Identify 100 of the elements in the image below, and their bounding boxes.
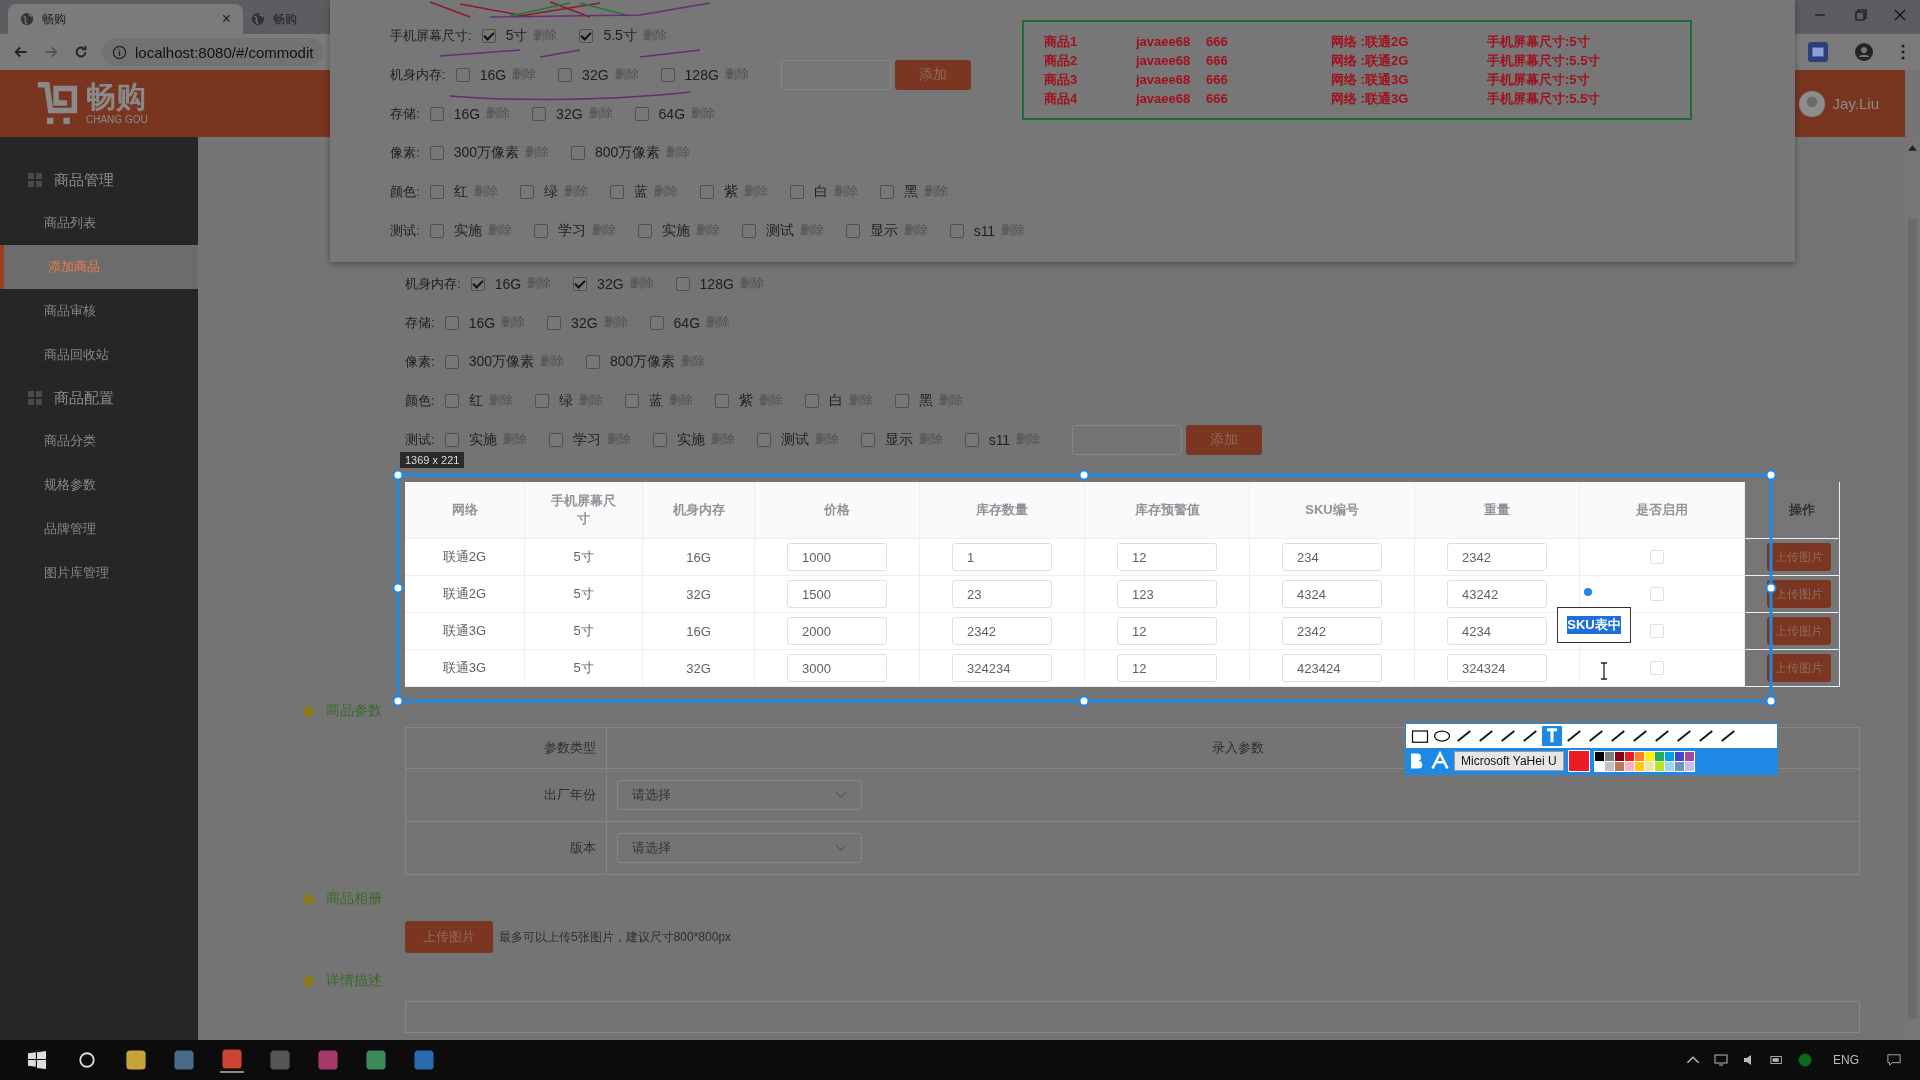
input-field[interactable]: 1500 xyxy=(787,580,887,608)
browser-tab[interactable]: 畅购 xyxy=(243,4,323,34)
table-cell: 联通2G xyxy=(405,576,525,612)
option-label: 红 xyxy=(468,391,483,410)
input-field[interactable]: 423424 xyxy=(1282,654,1382,682)
option-label: 128G xyxy=(699,275,734,292)
option-label: 蓝 xyxy=(633,182,648,201)
input-field[interactable]: 4324 xyxy=(1282,580,1382,608)
product-screen: 手机屏幕尺寸:5.5寸 xyxy=(1487,89,1601,108)
browser-tab[interactable]: 畅购 × xyxy=(8,4,243,34)
option-label: 显示 xyxy=(884,430,913,449)
spec-label: 机身内存: xyxy=(390,65,446,84)
product-network: 网络 :联通3G xyxy=(1331,89,1410,108)
add-button[interactable]: 添加 xyxy=(1186,424,1263,455)
input-field[interactable]: 2000 xyxy=(787,617,887,645)
option-label: 5寸 xyxy=(505,26,528,45)
sidebar-item[interactable]: 商品分类 xyxy=(0,419,198,463)
spec-label: 像素: xyxy=(405,352,435,371)
column-header: 库存预警值 xyxy=(1085,482,1250,538)
select-field[interactable]: 请选择 xyxy=(617,833,862,863)
language-indicator[interactable]: ENG xyxy=(1833,1053,1859,1067)
product-network: 网络 :联通2G xyxy=(1331,51,1410,70)
table-cell: 32G xyxy=(643,650,755,686)
sidebar-item[interactable]: 商品审核 xyxy=(0,289,198,333)
input-field[interactable]: 1000 xyxy=(787,543,887,571)
input-field[interactable]: 2342 xyxy=(1282,617,1382,645)
spec-label: 手机屏幕尺寸: xyxy=(390,26,472,45)
input-field[interactable]: 2342 xyxy=(1447,543,1547,571)
input-field[interactable]: 12 xyxy=(1117,617,1217,645)
table-cell: 联通3G xyxy=(405,650,525,686)
sidebar-item[interactable]: 商品列表 xyxy=(0,201,198,245)
section-title: 详情描述 xyxy=(326,972,382,990)
input-field[interactable]: 12 xyxy=(1117,543,1217,571)
input-field[interactable]: 2342 xyxy=(952,617,1052,645)
product-count: 666 xyxy=(1206,34,1229,49)
column-header: 参数类型 xyxy=(406,728,607,768)
input-field[interactable]: 324324 xyxy=(1447,654,1547,682)
input-field[interactable]: 123 xyxy=(1117,580,1217,608)
add-button[interactable]: 添加 xyxy=(894,59,971,90)
param-label: 出厂年份 xyxy=(406,769,607,821)
close-icon[interactable]: × xyxy=(221,10,231,28)
input-field[interactable]: 43242 xyxy=(1447,580,1547,608)
select-field[interactable]: 请选择 xyxy=(617,780,862,810)
option-label: 300万像素 xyxy=(453,143,519,162)
column-header: 库存数量 xyxy=(920,482,1085,538)
product-user: javaee68 xyxy=(1136,72,1192,87)
param-label: 版本 xyxy=(406,822,607,874)
option-label: 实施 xyxy=(453,221,482,240)
input-field[interactable]: 234 xyxy=(1282,543,1382,571)
option-label: 300万像素 xyxy=(468,352,534,371)
option-label: 16G xyxy=(494,275,522,292)
column-header: 机身内存 xyxy=(643,482,755,538)
product-name: 商品2 xyxy=(1044,51,1079,70)
sidebar-item[interactable]: 规格参数 xyxy=(0,463,198,507)
input-field[interactable]: 4234 xyxy=(1447,617,1547,645)
option-label: 16G xyxy=(479,66,507,83)
menu-group-title[interactable]: 商品管理 xyxy=(54,170,114,190)
spec-label: 颜色: xyxy=(405,391,435,410)
option-label: 测试 xyxy=(765,221,794,240)
option-label: s11 xyxy=(973,222,996,239)
spec-label: 机身内存: xyxy=(405,274,461,293)
product-name: 商品1 xyxy=(1044,32,1079,51)
input-field[interactable]: 3000 xyxy=(787,654,887,682)
option-label: 黑 xyxy=(918,391,933,410)
spec-label: 像素: xyxy=(390,143,420,162)
input-field[interactable]: 1 xyxy=(952,543,1052,571)
input-field[interactable]: 12 xyxy=(1117,654,1217,682)
sidebar-item[interactable]: 品牌管理 xyxy=(0,507,198,551)
table-cell: 5寸 xyxy=(525,613,643,649)
section-title: 商品相册 xyxy=(326,890,382,908)
spec-label: 存储: xyxy=(405,313,435,332)
option-label: 绿 xyxy=(558,391,573,410)
user-name[interactable]: Jay.Liu xyxy=(1832,95,1879,112)
option-label: 学习 xyxy=(557,221,586,240)
option-label: 蓝 xyxy=(648,391,663,410)
option-label: 16G xyxy=(468,314,496,331)
table-cell: 5寸 xyxy=(525,539,643,575)
product-name: 商品3 xyxy=(1044,70,1079,89)
sidebar-item[interactable]: 添加商品 xyxy=(0,245,198,289)
option-label: 32G xyxy=(556,105,583,122)
text-annotation[interactable]: SKU表中 xyxy=(1557,607,1631,643)
option-label: 32G xyxy=(597,275,624,292)
spec-label: 存储: xyxy=(390,104,420,123)
menu-group-title[interactable]: 商品配置 xyxy=(54,388,114,408)
input-field[interactable]: 324234 xyxy=(952,654,1052,682)
column-header: 录入参数 xyxy=(1212,739,1264,757)
sidebar-item[interactable]: 图片库管理 xyxy=(0,551,198,595)
input-field[interactable]: 23 xyxy=(952,580,1052,608)
font-dropdown[interactable]: Microsoft YaHei U xyxy=(1454,751,1564,771)
product-network: 网络 :联通3G xyxy=(1331,70,1410,89)
column-header: 重量 xyxy=(1415,482,1580,538)
option-label: 实施 xyxy=(676,430,705,449)
option-label: 实施 xyxy=(661,221,690,240)
product-network: 网络 :联通2G xyxy=(1331,32,1410,51)
sidebar-item[interactable]: 商品回收站 xyxy=(0,333,198,377)
address-bar[interactable]: localhost:8080/#/commodit xyxy=(102,38,324,66)
product-user: javaee68 xyxy=(1136,91,1192,106)
table-cell: 联通2G xyxy=(405,539,525,575)
size-label: 1369 x 221 xyxy=(400,452,465,468)
option-label: 800万像素 xyxy=(595,143,661,162)
